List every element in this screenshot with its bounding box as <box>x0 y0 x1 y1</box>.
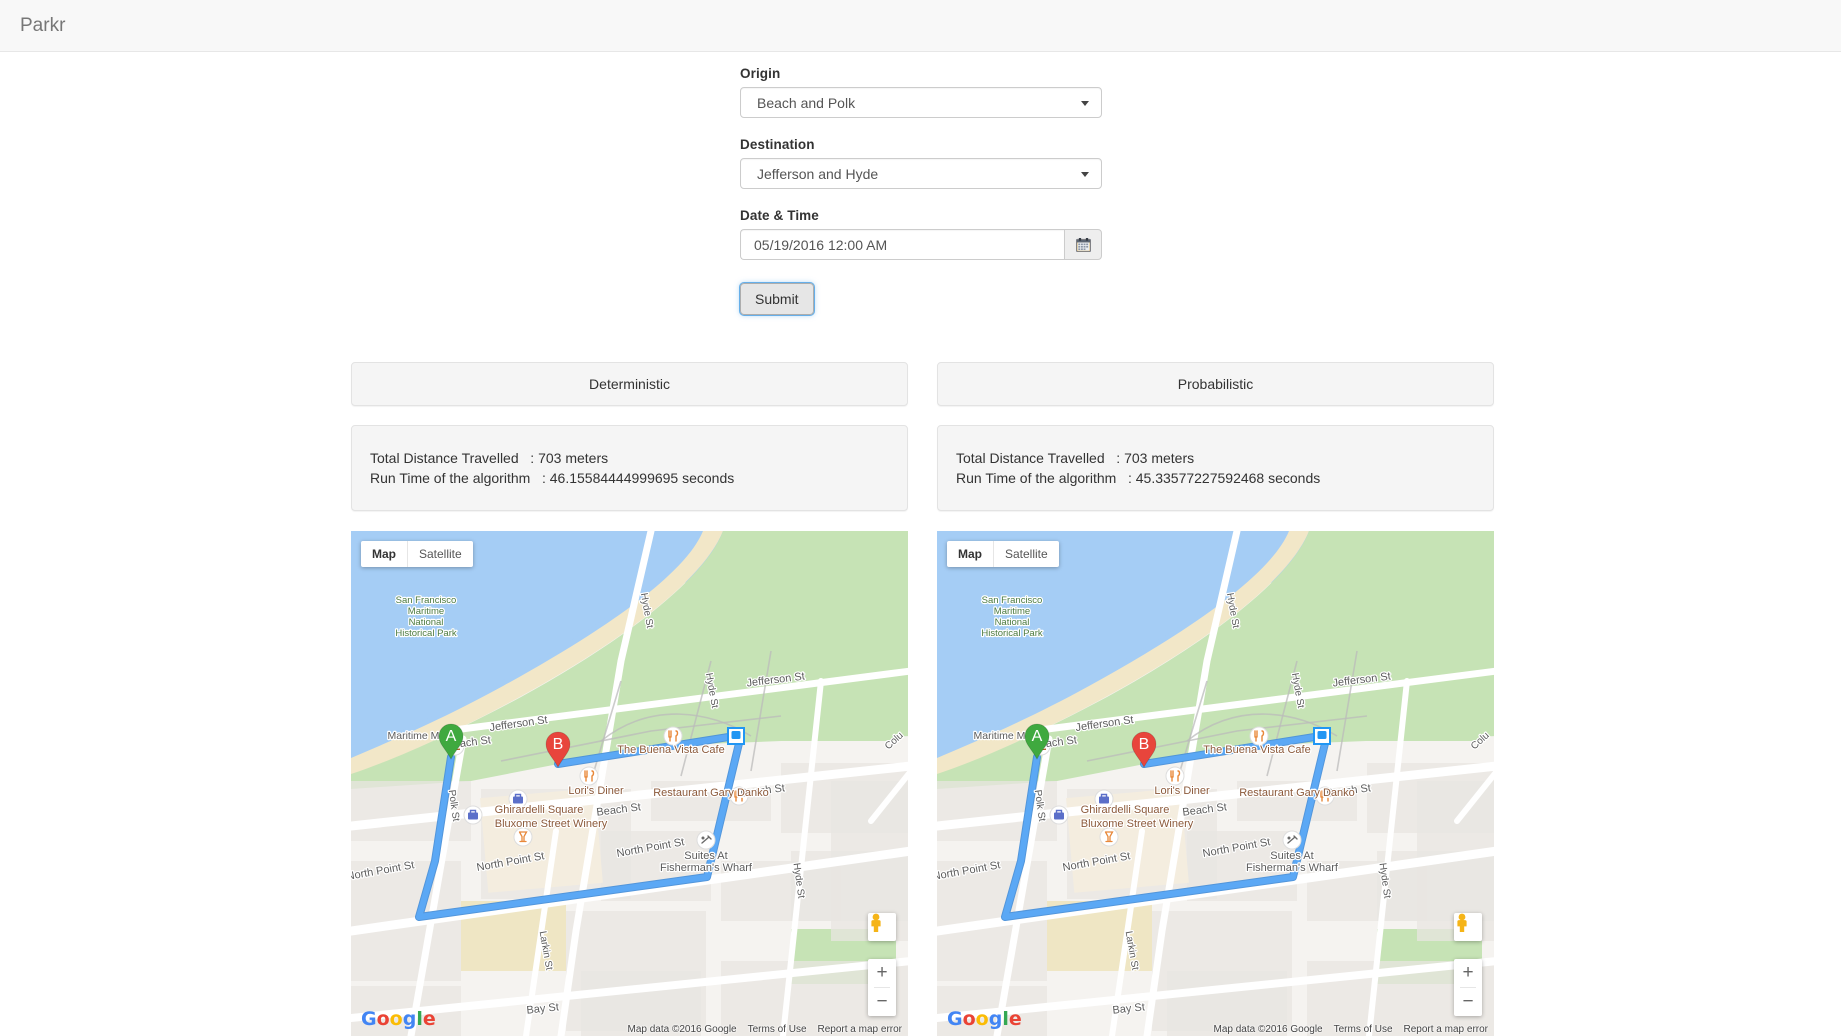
results-section: Deterministic Total Distance Travelled :… <box>351 362 1494 511</box>
report-map-error-link[interactable]: Report a map error <box>818 1024 902 1035</box>
svg-text:Historical Park: Historical Park <box>981 628 1042 639</box>
svg-text:Restaurant Gary Danko: Restaurant Gary Danko <box>653 787 769 799</box>
map-type-control[interactable]: Map Satellite <box>947 541 1059 567</box>
zoom-out-button[interactable]: − <box>868 988 896 1016</box>
probabilistic-stats-panel: Total Distance Travelled : 703 meters Ru… <box>937 425 1494 511</box>
probabilistic-map[interactable]: San Francisco Maritime National Historical … <box>937 531 1494 1036</box>
svg-text:A: A <box>446 728 457 745</box>
maps-section: San Francisco Maritime National Historical … <box>351 531 1494 1036</box>
origin-label: Origin <box>740 66 781 81</box>
zoom-in-button[interactable]: + <box>1454 959 1482 987</box>
google-logo: Google <box>947 1008 1022 1030</box>
svg-text:Maritime: Maritime <box>994 606 1030 617</box>
map-data-credit: Map data ©2016 Google <box>1213 1024 1323 1035</box>
svg-text:Suites At: Suites At <box>684 850 727 862</box>
map-type-satellite[interactable]: Satellite <box>408 541 473 567</box>
svg-text:National: National <box>995 617 1030 628</box>
chevron-down-icon <box>1081 100 1089 106</box>
destination-selected-value: Jefferson and Hyde <box>757 165 879 182</box>
terms-of-use-link[interactable]: Terms of Use <box>748 1024 807 1035</box>
deterministic-runtime: Run Time of the algorithm : 46.155844449… <box>370 470 735 486</box>
svg-text:Fisherman's Wharf: Fisherman's Wharf <box>1246 862 1339 874</box>
datetime-input[interactable] <box>740 229 1064 260</box>
pegman-icon <box>1457 913 1467 932</box>
destination-group: Destination Jefferson and Hyde <box>740 137 1102 189</box>
map-attribution: Map data ©2016 Google Terms of Use Repor… <box>627 1024 908 1035</box>
svg-text:Maritime: Maritime <box>408 606 444 617</box>
zoom-control[interactable]: + − <box>1454 959 1482 1016</box>
svg-text:A: A <box>1032 728 1043 745</box>
svg-text:Restaurant Gary Danko: Restaurant Gary Danko <box>1239 787 1355 799</box>
svg-text:Bluxome Street Winery: Bluxome Street Winery <box>495 818 608 830</box>
map-type-map[interactable]: Map <box>361 541 407 567</box>
map-type-satellite[interactable]: Satellite <box>994 541 1059 567</box>
svg-text:San Francisco: San Francisco <box>982 595 1043 606</box>
map-data-credit: Map data ©2016 Google <box>627 1024 737 1035</box>
report-map-error-link[interactable]: Report a map error <box>1404 1024 1488 1035</box>
datetime-group: Date & Time <box>740 208 1102 260</box>
chevron-down-icon <box>1081 171 1089 177</box>
origin-select[interactable]: Beach and Polk <box>740 87 1102 118</box>
svg-text:B: B <box>1139 736 1150 753</box>
destination-label: Destination <box>740 137 815 152</box>
deterministic-stats-panel: Total Distance Travelled : 703 meters Ru… <box>351 425 908 511</box>
zoom-out-button[interactable]: − <box>1454 988 1482 1016</box>
map-type-control[interactable]: Map Satellite <box>361 541 473 567</box>
probabilistic-column: Probabilistic Total Distance Travelled :… <box>937 362 1494 511</box>
map-attribution: Map data ©2016 Google Terms of Use Repor… <box>1213 1024 1494 1035</box>
zoom-in-button[interactable]: + <box>868 959 896 987</box>
map-type-map[interactable]: Map <box>947 541 993 567</box>
deterministic-column: Deterministic Total Distance Travelled :… <box>351 362 908 511</box>
datetime-label: Date & Time <box>740 208 819 223</box>
deterministic-panel-title: Deterministic <box>351 362 908 406</box>
route-form: Origin Beach and Polk Destination Jeffer… <box>739 66 1102 316</box>
svg-text:Ghirardelli Square: Ghirardelli Square <box>1081 804 1170 816</box>
deterministic-distance: Total Distance Travelled : 703 meters <box>370 450 609 466</box>
svg-text:Historical Park: Historical Park <box>395 628 456 639</box>
deterministic-map[interactable]: San Francisco Maritime National Historical … <box>351 531 908 1036</box>
svg-text:Lori's Diner: Lori's Diner <box>568 785 624 797</box>
probabilistic-distance: Total Distance Travelled : 703 meters <box>956 450 1195 466</box>
svg-text:Lori's Diner: Lori's Diner <box>1154 785 1210 797</box>
svg-text:The Buena Vista Cafe: The Buena Vista Cafe <box>1203 744 1310 756</box>
terms-of-use-link[interactable]: Terms of Use <box>1334 1024 1393 1035</box>
svg-text:B: B <box>553 736 564 753</box>
svg-text:Suites At: Suites At <box>1270 850 1313 862</box>
submit-button[interactable]: Submit <box>739 282 815 316</box>
pegman-icon <box>871 913 881 932</box>
destination-select[interactable]: Jefferson and Hyde <box>740 158 1102 189</box>
svg-text:Bluxome Street Winery: Bluxome Street Winery <box>1081 818 1194 830</box>
street-view-pegman-button[interactable] <box>1454 913 1482 941</box>
navbar: Parkr <box>0 0 1841 52</box>
svg-text:The Buena Vista Cafe: The Buena Vista Cafe <box>617 744 724 756</box>
svg-text:San Francisco: San Francisco <box>396 595 457 606</box>
calendar-icon <box>1075 237 1091 252</box>
svg-text:Fisherman's Wharf: Fisherman's Wharf <box>660 862 753 874</box>
street-view-pegman-button[interactable] <box>868 913 896 941</box>
svg-text:Ghirardelli Square: Ghirardelli Square <box>495 804 584 816</box>
zoom-control[interactable]: + − <box>868 959 896 1016</box>
google-logo: Google <box>361 1008 436 1030</box>
origin-selected-value: Beach and Polk <box>757 94 856 111</box>
svg-text:National: National <box>409 617 444 628</box>
app-brand[interactable]: Parkr <box>20 16 65 35</box>
datetime-input-group <box>740 229 1102 260</box>
probabilistic-runtime: Run Time of the algorithm : 45.335772275… <box>956 470 1321 486</box>
calendar-button[interactable] <box>1064 229 1102 260</box>
origin-group: Origin Beach and Polk <box>740 66 1102 118</box>
probabilistic-panel-title: Probabilistic <box>937 362 1494 406</box>
